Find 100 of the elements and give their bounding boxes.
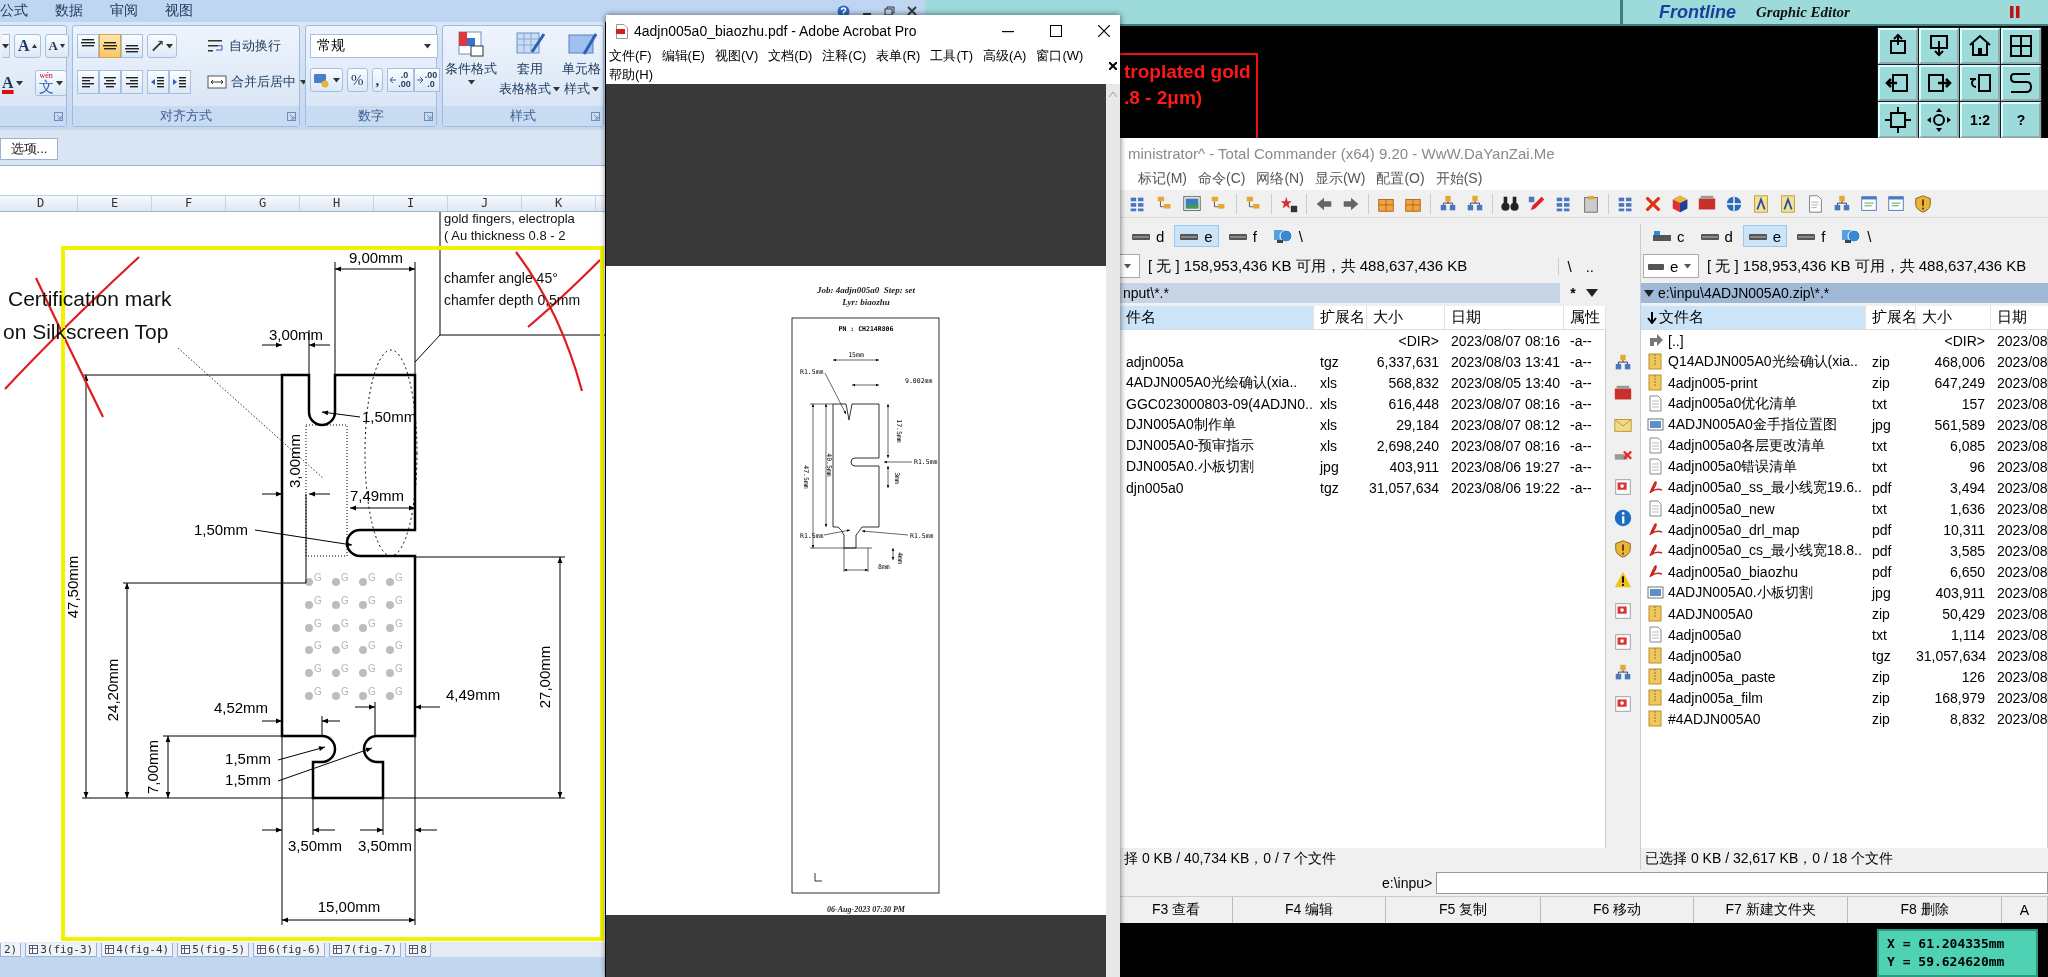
menu-item[interactable]: 显示(W) (1314, 170, 1366, 188)
close-icon[interactable] (907, 6, 917, 16)
shrink-font-button[interactable]: A (44, 34, 69, 58)
cell-style-button[interactable]: 单元格 样式 (562, 30, 601, 106)
picture-icon[interactable] (1182, 193, 1202, 214)
wrap-text-button[interactable]: 自动换行 (207, 34, 307, 58)
function-key-button[interactable]: F4 编辑 (1233, 897, 1386, 923)
sheet-tab[interactable]: 2) (0, 942, 22, 957)
close-icon[interactable] (1109, 61, 1117, 70)
warning-icon[interactable] (1613, 570, 1633, 590)
drive-button[interactable]: e (1742, 225, 1788, 247)
center-button[interactable] (99, 70, 121, 94)
column-header[interactable]: 件名 (1120, 306, 1314, 329)
tool-button[interactable] (1919, 28, 1959, 64)
restore-icon[interactable] (884, 6, 895, 16)
tool-button[interactable] (2001, 65, 2041, 101)
info-icon[interactable] (1613, 508, 1633, 528)
drive-button[interactable]: d (1126, 225, 1171, 247)
column-header[interactable]: D (4, 196, 78, 211)
column-header[interactable]: K (522, 196, 596, 211)
tool-button[interactable] (1919, 102, 1959, 138)
file-name[interactable]: 4adjn005a0_cs_最小线宽18.8.. (1668, 541, 1862, 560)
file-name[interactable]: 4adjn005a0_ss_最小线宽19.6.. (1668, 478, 1862, 497)
menu-item[interactable]: 帮助(H) (609, 65, 654, 84)
file-name[interactable]: 4adjn005a0 (1668, 626, 1742, 643)
sheet-tab[interactable]: 8 (405, 942, 431, 957)
command-line-field[interactable] (1436, 872, 2048, 894)
file-name[interactable]: adjn005a (1126, 353, 1184, 370)
font-file-icon[interactable] (1778, 193, 1798, 214)
maximize-icon[interactable] (1050, 25, 1062, 37)
file-name[interactable]: DJN005A0制作单 (1126, 415, 1236, 434)
column-header[interactable]: I (374, 196, 448, 211)
function-key-button[interactable]: A (2002, 897, 2048, 923)
menu-item[interactable]: 窗口(W) (1036, 47, 1084, 66)
file-name[interactable]: #4ADJN005A0 (1668, 710, 1761, 727)
menu-item[interactable]: 配置(O) (1376, 170, 1425, 188)
menu-item[interactable]: 表单(R) (876, 47, 921, 66)
align-left-button[interactable] (77, 70, 99, 94)
column-header[interactable]: H (300, 196, 374, 211)
tool-button[interactable] (2001, 28, 2041, 64)
history-arrow-icon[interactable] (1644, 289, 1654, 297)
file-name[interactable]: 4adjn005-print (1668, 374, 1758, 391)
phonetic-button[interactable]: wén 文 (34, 70, 67, 96)
tool-button[interactable] (1960, 65, 2000, 101)
file-name[interactable]: 4adjn005a0优化清单 (1668, 394, 1798, 413)
menu-item[interactable]: 标记(M) (1138, 170, 1187, 188)
table-format-button[interactable]: 套用 表格格式 (499, 30, 560, 106)
drive-button[interactable]: \ (1835, 225, 1878, 247)
file-name[interactable]: Q14ADJN005A0光绘确认(xia.. (1668, 352, 1858, 371)
menu-item[interactable]: 高级(A) (983, 47, 1027, 66)
dropdown-arrow-icon[interactable] (1586, 289, 1598, 297)
conditional-format-button[interactable]: 条件格式 (445, 30, 497, 106)
file-name[interactable]: 4adjn005a0各层更改清单 (1668, 436, 1826, 455)
function-key-button[interactable]: F5 复制 (1386, 897, 1541, 923)
decrease-indent-button[interactable] (147, 70, 169, 94)
ribbon-tab[interactable]: 公式 (0, 2, 28, 20)
tool-button[interactable] (1919, 65, 1959, 101)
drive-button[interactable]: f (1222, 225, 1263, 247)
file-name[interactable]: [..] (1668, 332, 1684, 349)
drive-dropdown[interactable] (1120, 254, 1140, 278)
menu-item[interactable]: 文档(D) (768, 47, 813, 66)
file-name[interactable]: 4adjn005a_paste (1668, 668, 1776, 685)
top-align-button[interactable] (77, 34, 99, 58)
file-name[interactable]: 4ADJN005A0 (1668, 605, 1753, 622)
menu-item[interactable]: 网络(N) (1256, 170, 1304, 188)
file-name[interactable]: 4ADJN005A0.小板切割 (1668, 583, 1813, 602)
menu-item[interactable]: 开始(S) (1435, 170, 1483, 188)
column-header[interactable]: 文件名 (1641, 306, 1866, 329)
grow-font-button[interactable]: A (14, 34, 41, 58)
navigation-button[interactable]: .. (1585, 257, 1594, 275)
middle-align-button[interactable] (99, 34, 121, 58)
column-header[interactable]: F (152, 196, 226, 211)
percent-button[interactable]: % (347, 68, 368, 92)
file-name[interactable]: 4adjn005a0_biaozhu (1668, 563, 1798, 580)
sheet-tab[interactable]: 3(fig-3) (25, 942, 98, 957)
menu-item[interactable]: 视图(V) (714, 47, 759, 66)
options-button[interactable]: 选项... (0, 138, 58, 160)
align-right-button[interactable] (121, 70, 143, 94)
sheet-tab[interactable]: 4(fig-4) (101, 942, 174, 957)
file-name[interactable]: 4adjn005a_film (1668, 689, 1763, 706)
font-color-button[interactable]: A (2, 71, 23, 95)
ribbon-tab[interactable]: 视图 (165, 2, 193, 20)
clipboard-icon[interactable] (1581, 193, 1601, 214)
file-name[interactable]: 4adjn005a0错误清单 (1668, 457, 1798, 476)
font-file-icon[interactable] (1751, 193, 1771, 214)
column-header[interactable]: J (448, 196, 522, 211)
bottom-align-button[interactable] (121, 34, 143, 58)
menu-item[interactable]: 编辑(E) (661, 47, 705, 66)
file-name[interactable]: 4adjn005a0_drl_map (1668, 521, 1800, 538)
sheet-tab[interactable]: 7(fig-7) (329, 942, 402, 957)
function-key-button[interactable]: F8 删除 (1848, 897, 2002, 923)
comma-button[interactable]: , (371, 68, 384, 92)
merge-center-button[interactable]: 合并后居中 (207, 70, 307, 94)
slide-icon[interactable] (1613, 601, 1633, 621)
cube-icon[interactable] (1670, 193, 1690, 214)
window-icon[interactable] (1886, 193, 1906, 214)
sheet-tab[interactable]: 5(fig-5) (177, 942, 250, 957)
orientation-button[interactable] (147, 34, 177, 58)
file-name[interactable]: 4ADJN005A0光绘确认(xia.. (1126, 373, 1298, 392)
drive-button[interactable]: e (1174, 225, 1219, 247)
